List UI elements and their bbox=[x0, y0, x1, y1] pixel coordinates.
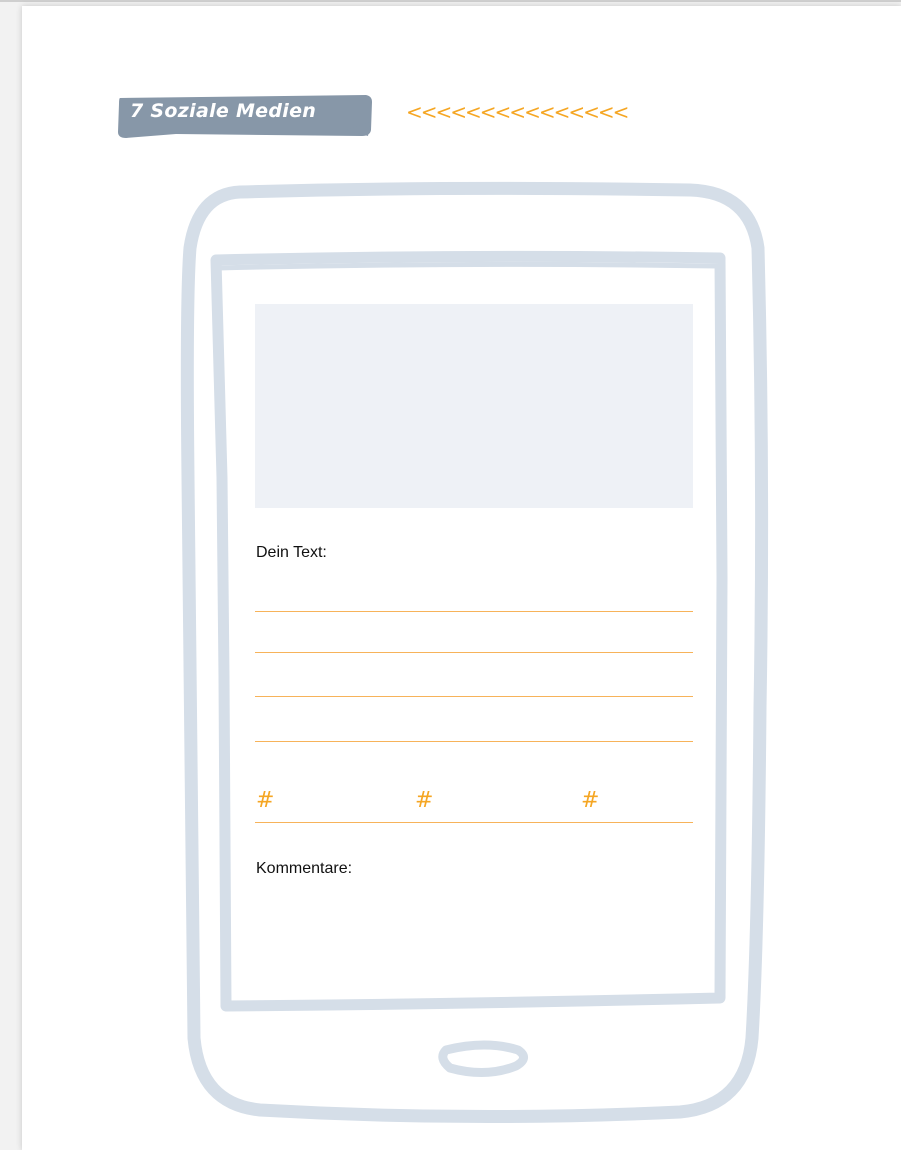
section-title: 7 Soziale Medien bbox=[130, 100, 317, 122]
viewer-top-border bbox=[0, 0, 901, 2]
hashtag-line[interactable] bbox=[255, 822, 693, 823]
hashtag-symbol-2: # bbox=[415, 788, 434, 813]
text-line-1[interactable] bbox=[255, 611, 693, 612]
kommentare-label: Kommentare: bbox=[256, 860, 353, 877]
dein-text-label: Dein Text: bbox=[256, 544, 327, 561]
hashtag-symbol-3: # bbox=[581, 788, 600, 813]
text-line-3[interactable] bbox=[255, 696, 693, 697]
hashtag-symbol-1: # bbox=[256, 788, 275, 813]
image-placeholder bbox=[255, 304, 693, 508]
home-button-icon bbox=[438, 1040, 528, 1078]
chevron-decoration: <<<<<<<<<<<<<<< bbox=[406, 100, 629, 124]
text-line-2[interactable] bbox=[255, 652, 693, 653]
text-line-4[interactable] bbox=[255, 741, 693, 742]
section-heading-banner: 7 Soziale Medien bbox=[116, 92, 374, 140]
